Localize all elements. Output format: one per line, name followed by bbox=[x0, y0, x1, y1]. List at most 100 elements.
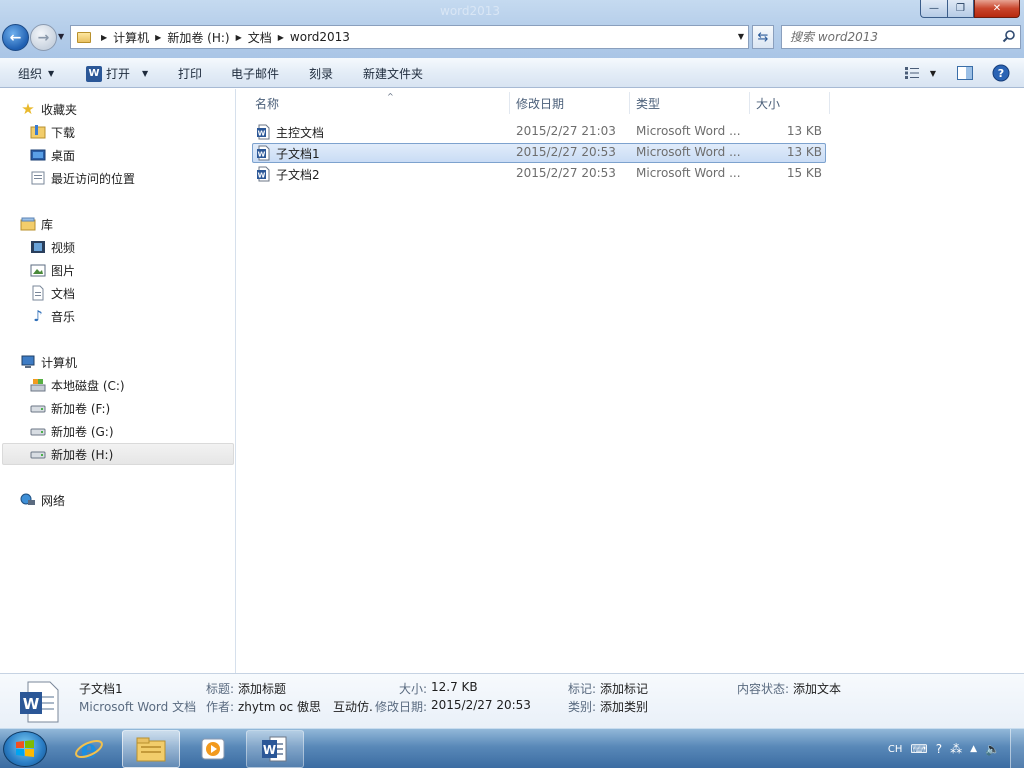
column-type-label: 类型 bbox=[636, 96, 661, 111]
breadcrumb-documents[interactable]: 文档 bbox=[248, 29, 272, 46]
nav-drive-h[interactable]: 新加卷 (H:) bbox=[2, 443, 234, 465]
start-button[interactable] bbox=[3, 731, 47, 767]
nav-computer[interactable]: 计算机 bbox=[20, 352, 77, 372]
window-title: word2013 bbox=[440, 4, 501, 18]
media-player-icon bbox=[201, 738, 225, 760]
minimize-button[interactable]: — bbox=[920, 0, 947, 18]
preview-pane-button[interactable] bbox=[955, 63, 975, 83]
word-document-large-icon: W bbox=[20, 681, 59, 723]
details-tags-label: 标记: bbox=[568, 682, 597, 696]
show-hidden-icons-icon[interactable]: ▲ bbox=[970, 744, 977, 754]
taskbar-explorer[interactable] bbox=[122, 730, 180, 768]
nav-recent-places-label: 最近访问的位置 bbox=[51, 171, 136, 186]
column-header-name[interactable]: 名称 ^ bbox=[249, 92, 510, 114]
details-size-label: 大小: bbox=[399, 682, 428, 696]
back-button[interactable]: ← bbox=[2, 24, 29, 51]
breadcrumb-separator-icon[interactable]: ▶ bbox=[278, 33, 284, 42]
breadcrumb-drive-h[interactable]: 新加卷 (H:) bbox=[167, 29, 229, 46]
new-folder-button[interactable]: 新建文件夹 bbox=[363, 65, 423, 82]
nav-drive-f-label: 新加卷 (F:) bbox=[51, 401, 111, 416]
word-document-icon: W bbox=[257, 166, 270, 182]
help-button[interactable]: ? bbox=[991, 63, 1011, 83]
nav-recent-places[interactable]: 最近访问的位置 bbox=[30, 168, 135, 188]
forward-button[interactable]: → bbox=[30, 24, 57, 51]
burn-button[interactable]: 刻录 bbox=[309, 65, 333, 82]
details-title-value[interactable]: 添加标题 bbox=[238, 680, 286, 697]
word-document-icon: W bbox=[257, 124, 270, 140]
file-size: 13 KB bbox=[786, 124, 822, 138]
documents-icon bbox=[30, 285, 46, 301]
nav-pictures[interactable]: 图片 bbox=[30, 260, 75, 280]
nav-desktop[interactable]: 桌面 bbox=[30, 145, 75, 165]
sort-ascending-icon: ^ bbox=[387, 92, 394, 101]
show-desktop-button[interactable] bbox=[1010, 729, 1024, 768]
word-document-icon: W bbox=[257, 145, 270, 161]
breadcrumb-separator-icon[interactable]: ▶ bbox=[101, 33, 107, 42]
nav-drive-g-label: 新加卷 (G:) bbox=[51, 424, 114, 439]
details-content-value[interactable]: 添加文本 bbox=[793, 680, 841, 697]
nav-libraries[interactable]: 库 bbox=[20, 214, 53, 234]
recent-pages-dropdown-icon[interactable]: ▼ bbox=[58, 32, 64, 41]
taskbar-internet-explorer[interactable]: e bbox=[60, 730, 118, 768]
keyboard-icon[interactable]: ⌨ bbox=[910, 742, 927, 756]
close-button[interactable]: ✕ bbox=[974, 0, 1020, 18]
organize-button[interactable]: 组织 ▼ bbox=[18, 65, 54, 82]
file-date: 2015/2/27 21:03 bbox=[516, 124, 616, 138]
column-header-size[interactable]: 大小 bbox=[750, 92, 830, 114]
file-date: 2015/2/27 20:53 bbox=[516, 145, 616, 159]
nav-drive-g[interactable]: 新加卷 (G:) bbox=[30, 421, 114, 441]
change-view-button[interactable]: ▼ bbox=[900, 63, 940, 83]
address-dropdown-icon[interactable]: ▼ bbox=[738, 32, 744, 41]
help-icon[interactable]: ? bbox=[936, 742, 942, 756]
music-icon: ♪ bbox=[33, 307, 43, 325]
command-bar: 组织 ▼ W 打开 ▼ 打印 电子邮件 刻录 新建文件夹 ▼ ? bbox=[0, 58, 1024, 88]
taskbar-word[interactable]: W bbox=[246, 730, 304, 768]
breadcrumb-separator-icon[interactable]: ▶ bbox=[155, 33, 161, 42]
search-input[interactable] bbox=[782, 26, 992, 48]
breadcrumb-word2013[interactable]: word2013 bbox=[290, 30, 350, 44]
window-controls: — ❐ ✕ bbox=[920, 0, 1020, 18]
file-row-selected[interactable]: W 子文档1 2015/2/27 20:53 Microsoft Word ..… bbox=[252, 143, 826, 163]
file-name: 子文档2 bbox=[276, 168, 320, 182]
file-size: 13 KB bbox=[786, 145, 822, 159]
column-header-type[interactable]: 类型 bbox=[630, 92, 750, 114]
nav-videos[interactable]: 视频 bbox=[30, 237, 75, 257]
maximize-button[interactable]: ❐ bbox=[947, 0, 974, 18]
print-button[interactable]: 打印 bbox=[178, 65, 202, 82]
library-icon bbox=[20, 216, 36, 232]
nav-videos-label: 视频 bbox=[51, 240, 76, 255]
ime-settings-icon[interactable]: ⁂ bbox=[950, 742, 962, 756]
file-row[interactable]: W 子文档2 2015/2/27 20:53 Microsoft Word ..… bbox=[252, 164, 826, 184]
help-icon: ? bbox=[992, 64, 1010, 82]
nav-favorites[interactable]: ★ 收藏夹 bbox=[20, 99, 77, 119]
file-row[interactable]: W 主控文档 2015/2/27 21:03 Microsoft Word ..… bbox=[252, 122, 826, 142]
search-icon[interactable] bbox=[1002, 29, 1016, 43]
nav-network[interactable]: 网络 bbox=[20, 490, 65, 510]
chevron-down-icon[interactable]: ▼ bbox=[142, 69, 148, 78]
volume-icon[interactable]: 🔈 bbox=[985, 742, 1000, 756]
taskbar-media-player[interactable] bbox=[184, 730, 242, 768]
open-label: 打开 bbox=[106, 67, 131, 81]
nav-drive-c[interactable]: 本地磁盘 (C:) bbox=[30, 375, 125, 395]
details-author-value[interactable]: zhytm oc 傲思 互动仿... bbox=[238, 698, 372, 715]
email-button[interactable]: 电子邮件 bbox=[231, 65, 279, 82]
search-box[interactable] bbox=[781, 25, 1021, 49]
breadcrumb-computer[interactable]: 计算机 bbox=[113, 29, 149, 46]
new-folder-label: 新建文件夹 bbox=[363, 67, 424, 81]
column-header-date[interactable]: 修改日期 bbox=[510, 92, 630, 114]
refresh-button[interactable]: ⇆ bbox=[752, 25, 774, 49]
details-size-value: 12.7 KB bbox=[431, 680, 478, 694]
navigation-pane: ★ 收藏夹 下载 桌面 最近访问的位置 库 视频 图片 文档 ♪ 音乐 计算机 … bbox=[0, 89, 236, 673]
open-button[interactable]: W 打开 ▼ bbox=[86, 65, 148, 82]
details-category-value[interactable]: 添加类别 bbox=[600, 698, 648, 715]
refresh-icon: ⇆ bbox=[757, 29, 769, 45]
language-indicator[interactable]: CH bbox=[888, 744, 903, 755]
details-tags-value[interactable]: 添加标记 bbox=[600, 680, 648, 697]
nav-music[interactable]: ♪ 音乐 bbox=[30, 306, 75, 326]
nav-drive-f[interactable]: 新加卷 (F:) bbox=[30, 398, 110, 418]
nav-downloads[interactable]: 下载 bbox=[30, 122, 75, 142]
breadcrumb-separator-icon[interactable]: ▶ bbox=[236, 33, 242, 42]
nav-documents[interactable]: 文档 bbox=[30, 283, 75, 303]
svg-text:?: ? bbox=[998, 67, 1004, 80]
address-bar[interactable]: ▶ 计算机 ▶ 新加卷 (H:) ▶ 文档 ▶ word2013 ▼ bbox=[70, 25, 749, 49]
